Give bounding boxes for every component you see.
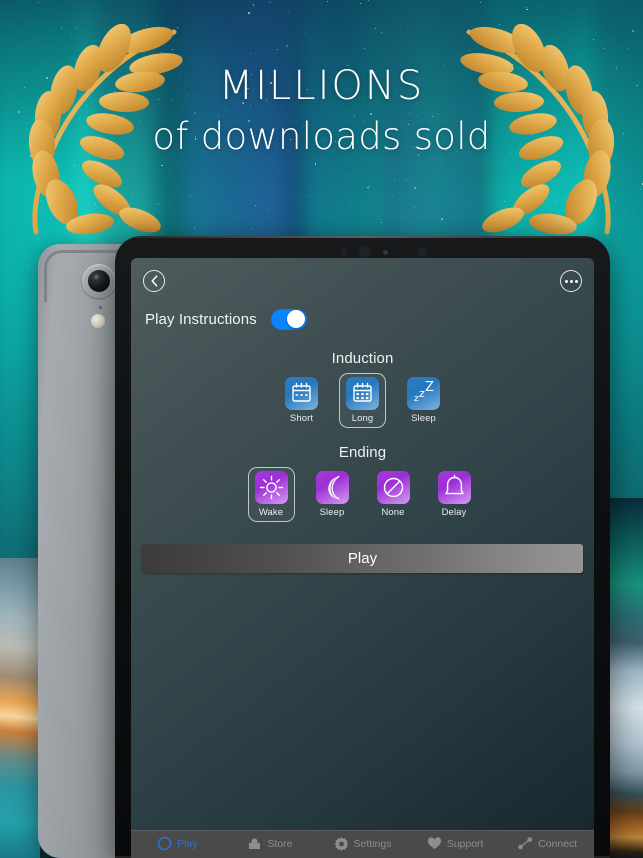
play-instructions-toggle[interactable] [270,308,307,330]
calendar-grid-icon [346,377,379,410]
tab-label: Play [177,837,198,850]
app-nav-bar [131,258,594,304]
induction-option-long[interactable]: Long [339,373,386,428]
induction-options: Short Long z z Z Sleep [131,373,594,428]
bezel-highlight [115,236,610,238]
play-instructions-label: Play Instructions [145,310,257,328]
back-button[interactable] [143,270,165,292]
induction-option-label: Short [289,413,314,424]
microphone-dot-icon [99,306,102,309]
sun-icon [254,471,288,504]
ipad-front-device: Play Instructions Induction Short Long z… [115,236,610,858]
heart-icon [427,836,442,851]
camera-lens-icon [88,270,110,292]
bell-icon [437,471,471,504]
ending-option-wake[interactable]: Wake [247,467,295,522]
share-nodes-icon [518,836,533,851]
toggle-knob [287,310,306,328]
crescent-moon-icon [315,471,349,504]
camera-housing [82,264,116,298]
sensor-cluster [115,246,610,258]
tab-store[interactable]: Store [224,836,317,851]
flash-led-icon [91,314,105,328]
sensor-dot [340,248,348,256]
gear-icon [334,836,349,851]
calendar-dashes-icon [285,377,318,410]
play-button[interactable]: Play [142,544,583,573]
induction-option-short[interactable]: Short [278,373,325,428]
tab-support[interactable]: Support [409,836,502,851]
ending-section-title: Ending [338,444,387,461]
ending-option-sleep[interactable]: Sleep [309,467,356,522]
laurel-wreath-icon [447,24,637,239]
app-screen: Play Instructions Induction Short Long z… [131,258,594,858]
chevron-left-icon [150,275,157,287]
tab-label: Settings [353,837,392,850]
mountain-photo-strip-left [0,558,40,858]
svg-text:Z: Z [425,380,434,395]
tab-label: Connect [538,837,578,850]
tab-settings[interactable]: Settings [316,836,409,851]
ending-options: Wake Sleep None Delay [131,467,594,522]
play-instructions-row: Play Instructions [131,304,594,334]
bottom-tab-bar: Play Store Settings Support Connect [131,830,594,858]
more-options-button[interactable] [560,270,582,292]
zzz-icon: z z Z [407,377,440,410]
sensor-dot [417,247,427,257]
sensor-dot [383,250,388,255]
screenshot-stage: MILLIONS of downloads sold Play Instruct… [0,0,643,858]
induction-section-title: Induction [331,350,394,367]
tab-connect[interactable]: Connect [501,836,594,851]
circle-slash-icon [376,471,410,504]
induction-option-label: Long [351,413,374,424]
tab-play[interactable]: Play [131,836,224,851]
circle-outline-icon [157,836,172,851]
ending-option-none[interactable]: None [370,467,417,522]
front-camera-icon [359,246,371,258]
tab-label: Store [267,837,293,850]
ellipsis-icon [564,279,578,283]
laurel-wreath-icon [6,24,196,239]
ending-option-label: Sleep [319,507,345,518]
induction-option-sleep[interactable]: z z Z Sleep [400,373,447,428]
ending-option-label: None [381,507,405,518]
tab-label: Support [446,837,484,850]
ending-option-delay[interactable]: Delay [431,467,478,522]
ending-option-label: Wake [258,507,284,518]
ending-option-label: Delay [441,507,467,518]
bag-icon [247,836,262,851]
induction-option-label: Sleep [411,413,436,424]
